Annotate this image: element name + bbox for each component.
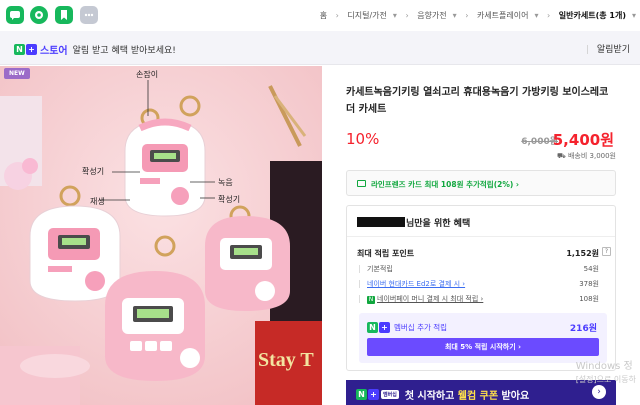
max-points-value: 1,152원 <box>566 249 599 258</box>
benefit-row-label-wrap[interactable]: N 네이버페이 머니 결제 시 최대 적립 › <box>358 294 483 304</box>
breadcrumb-category-1[interactable]: 디지털/가전 <box>347 11 387 20</box>
redacted-username <box>357 217 405 227</box>
shipping-fee: ⛟ 배송비 3,000원 <box>346 151 616 161</box>
help-icon[interactable]: ? <box>602 247 611 256</box>
price-row: 10% 6,000원 5,400원 <box>346 128 616 150</box>
membership-box: N + 멤버십 추가 적립 216원 최대 5% 적립 시작하기 › <box>359 313 607 363</box>
chevron-down-icon: ▾ <box>534 11 539 20</box>
benefit-row-npay[interactable]: N 네이버페이 머니 결제 시 최대 적립 › 108원 <box>357 294 607 306</box>
label-handle: 손잡이 <box>136 70 159 79</box>
watermark-line-2: [설정]으로 이동하 <box>575 375 636 384</box>
chevron-down-icon: ▾ <box>631 11 636 20</box>
notice-message: 알림 받고 혜택 받아보세요! <box>72 46 176 56</box>
top-bar: 홈 › 디지털/가전 ▾ › 음향가전 ▾ › 카세트플레이어 ▾ › 일반카세트(총… <box>0 0 640 30</box>
benefit-row-label[interactable]: 네이버페이 머니 결제 시 최대 적립 › <box>377 295 483 303</box>
product-photo: Stay T <box>0 66 322 405</box>
breadcrumb-category-4[interactable]: 일반카세트(총 1개) <box>559 11 626 20</box>
max-points-label: 최대 적립 포인트 <box>357 249 415 258</box>
windows-activation-watermark: Windows 정 [설정]으로 이동하 <box>576 360 636 386</box>
divider: | <box>585 45 589 55</box>
breadcrumb-home[interactable]: 홈 <box>320 11 327 20</box>
breadcrumb-separator: › <box>465 11 469 20</box>
talk-app-icon[interactable] <box>6 6 24 24</box>
arrow-right-icon[interactable]: › <box>592 385 606 399</box>
label-record: 녹음 <box>218 178 233 187</box>
max-points-row: 최대 적립 포인트 1,152원 ? <box>357 247 611 260</box>
benefit-row-value: 108원 <box>579 295 599 303</box>
benefit-row-value: 378원 <box>579 280 599 288</box>
divider <box>347 236 615 237</box>
shipping-fee-text: 배송비 3,000원 <box>567 152 616 160</box>
breadcrumb-separator: › <box>405 11 409 20</box>
discount-rate: 10% <box>346 130 380 148</box>
breadcrumb: 홈 › 디지털/가전 ▾ › 음향가전 ▾ › 카세트플레이어 ▾ › 일반카세트(총… <box>314 10 636 21</box>
store-badge: N + 스토어 알림 받고 혜택 받아보세요! <box>14 42 176 57</box>
book-text: Stay T <box>258 349 314 371</box>
label-volume: 확성기 <box>82 167 105 176</box>
benefit-box: 님만을 위한 혜택 최대 적립 포인트 1,152원 ? 기본적립 54원 네이… <box>346 205 616 371</box>
chevron-down-icon: ▾ <box>452 11 457 20</box>
naver-plus-icon: N + <box>367 322 390 333</box>
breadcrumb-category-2[interactable]: 음향가전 <box>417 11 446 20</box>
npay-icon: N <box>367 296 375 304</box>
breadcrumb-category-3[interactable]: 카세트플레이어 <box>477 11 529 20</box>
store-label: 스토어 <box>40 46 68 57</box>
promo-content: N + 멤버십 첫 시작하고 웰컴 쿠폰 받아요 <box>356 387 529 402</box>
benefit-row-card[interactable]: 네이버 현대카드 Ed2로 결제 시 › 378원 <box>357 279 607 291</box>
label-play: 재생 <box>90 197 105 206</box>
card-promo-banner[interactable]: 라인프렌즈 카드 최대 108원 추가적립(2%) › <box>346 170 616 196</box>
card-promo-text: 라인프렌즈 카드 최대 108원 추가적립(2%) › <box>371 180 519 189</box>
bookmark-app-icon[interactable] <box>55 6 73 24</box>
subscribe-alert-button[interactable]: | 알림받기 <box>586 42 630 55</box>
benefit-row-label: 기본적립 <box>359 265 393 273</box>
notification-bar: N + 스토어 알림 받고 혜택 받아보세요! | 알림받기 <box>0 31 640 65</box>
card-icon <box>357 180 366 187</box>
product-image[interactable]: Stay T NEW 손잡이 확성기 녹음 확성기 재생 <box>0 66 322 405</box>
more-app-icon[interactable] <box>80 6 98 24</box>
membership-value: 216원 <box>569 324 597 334</box>
subscribe-alert-label: 알림받기 <box>596 45 630 55</box>
watermark-line-1: Windows 정 <box>575 361 633 372</box>
sale-price: 5,400원 <box>552 131 614 149</box>
new-badge: NEW <box>4 68 30 79</box>
naver-plus-icon: N + <box>356 389 379 400</box>
benefit-row-basic: 기본적립 54원 <box>357 264 607 276</box>
benefit-row-value: 54원 <box>583 265 599 273</box>
start-membership-button[interactable]: 최대 5% 적립 시작하기 › <box>367 338 599 356</box>
naver-plus-icon: N + <box>14 44 37 55</box>
breadcrumb-separator: › <box>335 11 339 20</box>
pay-app-icon[interactable] <box>30 6 48 24</box>
membership-tag: 멤버십 <box>381 390 399 399</box>
product-info: 카세트녹음기키링 열쇠고리 휴대용녹음기 가방키링 보이스레코더 카세트 <box>346 84 616 118</box>
benefit-header: 님만을 위한 혜택 <box>357 216 470 229</box>
benefit-row-label[interactable]: 네이버 현대카드 Ed2로 결제 시 › <box>358 279 465 289</box>
label-volume-2: 확성기 <box>218 195 241 204</box>
truck-icon: ⛟ <box>556 152 568 160</box>
promo-text: 첫 시작하고 웰컴 쿠폰 받아요 <box>404 391 530 402</box>
benefit-header-text: 님만을 위한 혜택 <box>406 219 471 229</box>
product-title: 카세트녹음기키링 열쇠고리 휴대용녹음기 가방키링 보이스레코더 카세트 <box>346 87 609 115</box>
breadcrumb-separator: › <box>547 11 551 20</box>
membership-label: 멤버십 추가 적립 <box>394 323 448 332</box>
chevron-down-icon: ▾ <box>392 11 397 20</box>
membership-label-wrap: N + 멤버십 추가 적립 <box>367 322 447 333</box>
